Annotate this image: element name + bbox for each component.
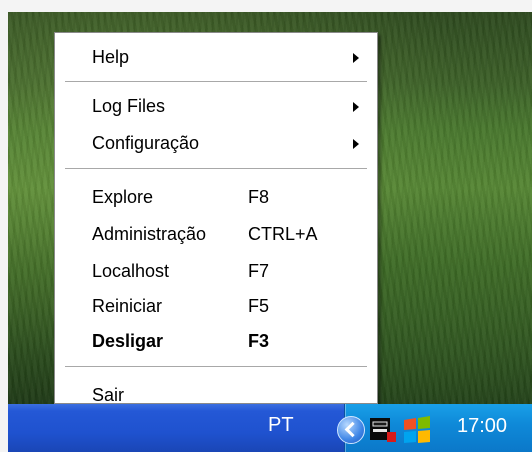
menu-item-label: Log Files [92, 96, 166, 116]
menu-separator [65, 168, 367, 169]
server-app-tray-icon[interactable] [370, 418, 396, 442]
tray-context-menu: Help Log Files Configuração Explore F8 A… [54, 32, 378, 405]
menu-item-log-files[interactable]: Log Files [55, 91, 377, 121]
menu-item-administracao[interactable]: Administração CTRL+A [55, 219, 377, 249]
show-hidden-icons-chevron-icon[interactable] [337, 416, 365, 444]
menu-item-label: Configuração [92, 133, 200, 153]
menu-item-label: Desligar [92, 331, 164, 351]
menu-item-shortcut: F8 [248, 187, 270, 207]
language-indicator[interactable]: PT [268, 414, 294, 437]
submenu-arrow-icon [353, 53, 359, 63]
menu-item-label: Explore [92, 187, 154, 207]
menu-item-label: Help [92, 47, 130, 67]
menu-item-explore[interactable]: Explore F8 [55, 182, 377, 212]
submenu-arrow-icon [353, 139, 359, 149]
menu-item-shortcut: F7 [248, 261, 270, 281]
menu-item-label: Reiniciar [92, 296, 163, 316]
menu-item-reiniciar[interactable]: Reiniciar F5 [55, 291, 377, 321]
windows-flag-icon[interactable] [402, 416, 432, 444]
menu-item-shortcut: CTRL+A [248, 224, 318, 244]
menu-separator [65, 81, 367, 82]
taskbar-clock[interactable]: 17:00 [457, 415, 507, 438]
menu-item-localhost[interactable]: Localhost F7 [55, 256, 377, 286]
menu-item-shortcut: F5 [248, 296, 270, 316]
menu-item-label: Localhost [92, 261, 170, 281]
menu-item-shortcut: F3 [248, 331, 270, 351]
menu-item-help[interactable]: Help [55, 42, 377, 72]
menu-item-label: Administração [92, 224, 207, 244]
menu-separator [65, 366, 367, 367]
menu-item-configuracao[interactable]: Configuração [55, 128, 377, 158]
submenu-arrow-icon [353, 102, 359, 112]
menu-item-label: Sair [92, 385, 125, 405]
menu-item-desligar[interactable]: Desligar F3 [55, 326, 377, 356]
